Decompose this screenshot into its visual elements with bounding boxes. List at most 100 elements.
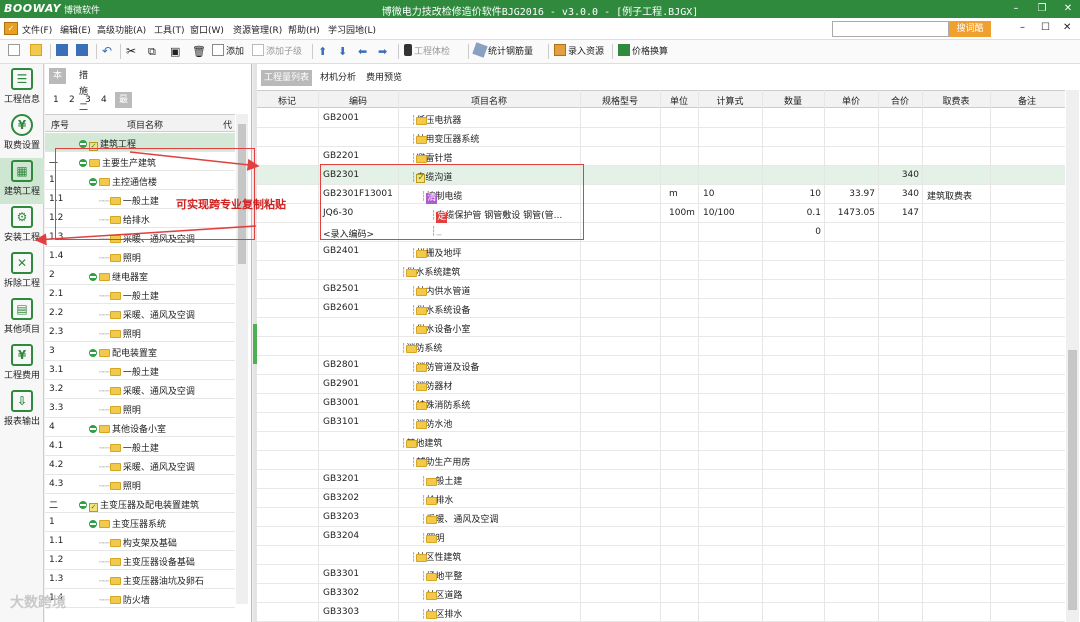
add-child-button[interactable]: 添加子级 — [252, 44, 302, 59]
grid-row[interactable]: GB3203 ┆┈┈采暖、通风及空调 — [257, 508, 1065, 527]
resource-button[interactable]: 录入资源 — [554, 44, 604, 59]
tree-row[interactable]: 3 配电装置室 — [45, 342, 235, 361]
grid-row[interactable]: ┆ 消防系统 — [257, 337, 1065, 356]
sidebar-item-demolish[interactable]: ✕ 拆除工程 — [0, 250, 44, 296]
search-button[interactable]: 搜词酷 — [949, 21, 991, 37]
level-4-button[interactable]: 4 — [99, 92, 109, 108]
restore-button[interactable]: ❐ — [1030, 1, 1054, 17]
move-right-icon[interactable]: ➡ — [378, 44, 387, 59]
menu-edit[interactable]: 编辑(E) — [60, 23, 91, 36]
tree-row[interactable]: 4 其他设备小室 — [45, 418, 235, 437]
menu-window[interactable]: 窗口(W) — [190, 23, 224, 36]
menu-file[interactable]: 文件(F) — [22, 23, 52, 36]
tree-row[interactable]: 4.3 ┈┈ 照明 — [45, 475, 235, 494]
rebar-button[interactable]: 统计钢筋量 — [472, 42, 533, 59]
level-min-button[interactable]: 最小级 — [115, 92, 133, 137]
collapse-icon[interactable] — [79, 140, 87, 148]
cut-icon[interactable]: ✂ — [126, 44, 136, 59]
grid-row[interactable]: GB3204 ┆┈┈照明 — [257, 527, 1065, 546]
tree-row[interactable]: 1.3 ┈┈ 主变压器油坑及卵石 — [45, 570, 235, 589]
delete-icon[interactable]: 🗑 — [192, 44, 206, 59]
tree-row[interactable]: 3.2 ┈┈ 采暖、通风及空调 — [45, 380, 235, 399]
grid-row[interactable]: ┆ 供水设备小室 — [257, 318, 1065, 337]
grid-row[interactable]: ┆ 供水系统建筑 — [257, 261, 1065, 280]
move-down-icon[interactable]: ⬇ — [338, 44, 347, 59]
move-up-icon[interactable]: ⬆ — [318, 44, 327, 59]
tree-row[interactable]: 3.1 ┈┈ 一般土建 — [45, 361, 235, 380]
sidebar-item-other[interactable]: ▤ 其他项目 — [0, 296, 44, 342]
tab-measure-two[interactable]: 措施二 — [75, 68, 92, 113]
menu-learning[interactable]: 学习园地(L) — [328, 23, 376, 36]
grid-row[interactable]: ┆ 辅助生产用房 — [257, 451, 1065, 470]
tree-row[interactable]: 1.1 ┈┈ 构支架及基础 — [45, 532, 235, 551]
new-file-icon[interactable] — [8, 44, 22, 59]
grid-row[interactable]: GB3202 ┆┈┈给排水 — [257, 489, 1065, 508]
undo-icon[interactable]: ↶ — [102, 44, 112, 59]
doc-minimize-button[interactable]: – — [1020, 22, 1025, 33]
grid-row[interactable]: GB2401 ┆┈┈栏栅及地坪 — [257, 242, 1065, 261]
doc-maximize-button[interactable]: ☐ — [1041, 22, 1050, 33]
grid-scrollbar[interactable] — [1066, 90, 1079, 622]
minimize-button[interactable]: – — [1004, 1, 1028, 17]
collapse-icon[interactable] — [79, 501, 87, 509]
tab-quantity-list[interactable]: 工程量列表 — [261, 70, 313, 86]
grid-row[interactable]: GB2801 ┆┈┈消防管道及设备 — [257, 356, 1065, 375]
sidebar-item-project-info[interactable]: ☰ 工程信息 — [0, 66, 44, 112]
tab-material-analysis[interactable]: 材机分析 — [317, 70, 359, 86]
grid-row[interactable]: GB2501 ┆┈┈站内供水管道 — [257, 280, 1065, 299]
tree-row[interactable]: 4.2 ┈┈ 采暖、通风及空调 — [45, 456, 235, 475]
grid-row[interactable]: GB3101 ┆┈┈消防水池 — [257, 413, 1065, 432]
menu-advanced[interactable]: 高级功能(A) — [97, 23, 146, 36]
tree-row[interactable]: 1 主变压器系统 — [45, 513, 235, 532]
tree-row[interactable]: 2 继电器室 — [45, 266, 235, 285]
tree-row[interactable]: 二 ✓ 主变压器及配电装置建筑 — [45, 494, 235, 513]
sidebar-item-fee-settings[interactable]: ¥ 取费设置 — [0, 112, 44, 158]
collapse-icon[interactable] — [89, 273, 97, 281]
close-button[interactable]: ✕ — [1056, 1, 1080, 17]
level-3-button[interactable]: 3 — [83, 92, 93, 108]
collapse-icon[interactable] — [89, 520, 97, 528]
search-input[interactable] — [832, 21, 949, 37]
tree-row[interactable]: 3.3 ┈┈ 照明 — [45, 399, 235, 418]
sidebar-item-report[interactable]: ⇩ 报表输出 — [0, 388, 44, 434]
open-folder-icon[interactable] — [30, 44, 44, 59]
inspect-button[interactable]: 工程体检 — [404, 44, 450, 59]
tree-row[interactable]: 4.1 ┈┈ 一般土建 — [45, 437, 235, 456]
grid-row[interactable]: GB3301 ┆┈┈场地平整 — [257, 565, 1065, 584]
save-icon[interactable] — [56, 44, 70, 59]
grid-row[interactable]: GB2901 ┆┈┈消防器材 — [257, 375, 1065, 394]
grid-row[interactable]: GB2601 ┆┈┈供水系统设备 — [257, 299, 1065, 318]
tree-row[interactable]: 1.2 ┈┈ 主变压器设备基础 — [45, 551, 235, 570]
tree-row[interactable]: 1.4 ┈┈ 照明 — [45, 247, 235, 266]
grid-row[interactable]: ┆ 站用变压器系统 — [257, 128, 1065, 147]
move-left-icon[interactable]: ⬅ — [358, 44, 367, 59]
grid-row[interactable]: GB2001 ┆┈┈低压电抗器 — [257, 109, 1065, 128]
grid-row[interactable]: ┆ 站区性建筑 — [257, 546, 1065, 565]
price-swap-button[interactable]: 价格换算 — [618, 44, 668, 59]
tree-row[interactable]: 2.3 ┈┈ 照明 — [45, 323, 235, 342]
tree-row[interactable]: 2.1 ┈┈ 一般土建 — [45, 285, 235, 304]
paste-icon[interactable]: ▣ — [170, 44, 180, 59]
add-button[interactable]: 添加 — [212, 44, 244, 59]
grid-row[interactable]: GB3302 ┆┈┈站区道路 — [257, 584, 1065, 603]
level-1-button[interactable]: 1 — [51, 92, 61, 108]
copy-icon[interactable]: ⧉ — [148, 44, 156, 59]
collapse-icon[interactable] — [89, 349, 97, 357]
grid-row[interactable]: GB3303 ┆┈┈站区排水 — [257, 603, 1065, 622]
doc-close-button[interactable]: ✕ — [1063, 22, 1071, 33]
collapse-icon[interactable] — [89, 425, 97, 433]
level-2-button[interactable]: 2 — [67, 92, 77, 108]
sidebar-item-cost[interactable]: ¥ 工程费用 — [0, 342, 44, 388]
tab-cost-preview[interactable]: 费用预览 — [363, 70, 405, 86]
menu-tools[interactable]: 工具(T) — [154, 23, 185, 36]
tree-row[interactable]: 1.4 ┈┈ 防火墙 — [45, 589, 235, 608]
sidebar-item-install[interactable]: ⚙ 安装工程 — [0, 204, 44, 250]
save-as-icon[interactable] — [76, 44, 90, 59]
tab-main-body[interactable]: 本体 — [49, 68, 67, 97]
sidebar-item-building[interactable]: ▦ 建筑工程 — [0, 158, 44, 204]
menu-resources[interactable]: 资源管理(R) — [233, 23, 282, 36]
grid-row[interactable]: GB3201 ┆┈┈一般土建 — [257, 470, 1065, 489]
menu-help[interactable]: 帮助(H) — [288, 23, 320, 36]
tree-row[interactable]: 2.2 ┈┈ 采暖、通风及空调 — [45, 304, 235, 323]
grid-row[interactable]: ┆ 其他建筑 — [257, 432, 1065, 451]
